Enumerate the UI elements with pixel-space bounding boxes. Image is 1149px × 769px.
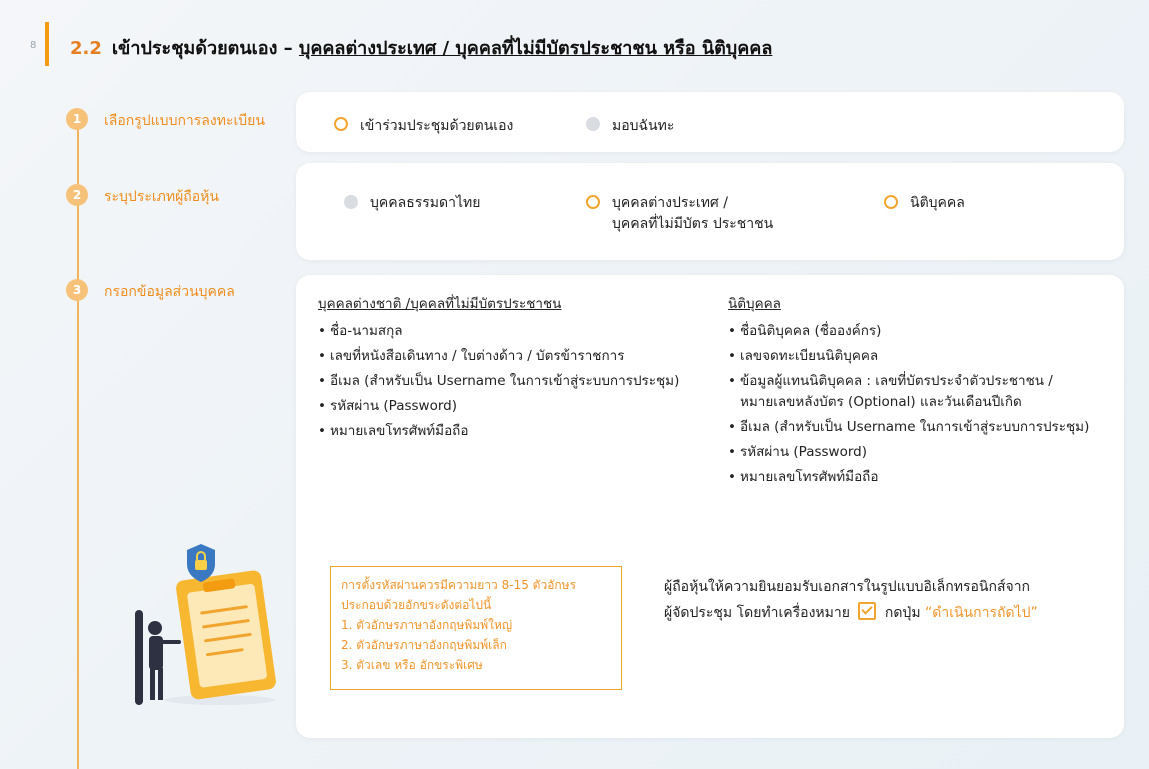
juristic-item: ข้อมูลผู้แทนนิติบุคคล : เลขที่บัตรประจำต… — [728, 372, 1089, 391]
title-number: 2.2 — [70, 38, 102, 59]
option-proxy[interactable]: มอบฉันทะ — [586, 115, 674, 137]
juristic-item: หมายเลขโทรศัพท์มือถือ — [728, 468, 1089, 487]
foreign-item: อีเมล (สำหรับเป็น Username ในการเข้าสู่ร… — [318, 372, 679, 391]
foreign-info-column: บุคคลต่างชาติ /บุคคลที่ไม่มีบัตรประชาชน … — [318, 292, 679, 447]
page-number: 8 — [30, 40, 37, 51]
foreign-item: หมายเลขโทรศัพท์มือถือ — [318, 422, 679, 441]
option-label-line1: บุคคลต่างประเทศ / — [612, 195, 728, 211]
radio-selected[interactable] — [334, 117, 348, 131]
step-1-circle: 1 — [66, 108, 88, 130]
juristic-item: อีเมล (สำหรับเป็น Username ในการเข้าสู่ร… — [728, 418, 1089, 437]
page-title: 2.2 เข้าประชุมด้วยตนเอง – บุคคลต่างประเทศ… — [70, 33, 772, 62]
juristic-item: เลขจดทะเบียนนิติบุคคล — [728, 347, 1089, 366]
option-label-line2: บุคคลที่ไม่มีบัตร ประชาชน — [612, 216, 774, 232]
password-rule: 2. ตัวอักษรภาษาอังกฤษพิมพ์เล็ก — [341, 638, 507, 652]
step-3-circle: 3 — [66, 279, 88, 301]
step-3-label: กรอกข้อมูลส่วนบุคคล — [104, 284, 235, 300]
shareholder-type-card: บุคคลธรรมดาไทย บุคคลต่างประเทศ / บุคคลที… — [296, 163, 1124, 260]
juristic-heading: นิติบุคคล — [728, 296, 781, 312]
option-thai-individual[interactable]: บุคคลธรรมดาไทย — [344, 193, 480, 214]
consent-line2: ผู้จัดประชุม โดยทำเครื่องหมาย กดปุ่ม “ดำ… — [664, 600, 1038, 626]
radio-selected[interactable] — [586, 195, 600, 209]
option-label: เข้าร่วมประชุมด้วยตนเอง — [360, 118, 514, 134]
radio-unselected[interactable] — [586, 117, 600, 131]
option-juristic-person[interactable]: นิติบุคคล — [884, 193, 965, 214]
juristic-item: ชื่อนิติบุคคล (ชื่อองค์กร) — [728, 322, 1089, 341]
step-timeline — [77, 120, 79, 769]
juristic-item-continued: หมายเลขหลังบัตร (Optional) และวันเดือนปี… — [740, 394, 1022, 410]
step-1-label: เลือกรูปแบบการลงทะเบียน — [104, 113, 265, 129]
password-rule-intro: ประกอบด้วยอักขระดังต่อไปนี้ — [341, 598, 492, 612]
foreign-item: ชื่อ-นามสกุล — [318, 322, 679, 341]
title-accent-bar — [45, 22, 49, 66]
option-label: นิติบุคคล — [910, 195, 965, 211]
password-security-illustration — [135, 544, 276, 705]
password-rule-intro: การตั้งรหัสผ่านควรมีความยาว 8-15 ตัวอักษ… — [341, 578, 577, 592]
option-foreign-individual[interactable]: บุคคลต่างประเทศ / บุคคลที่ไม่มีบัตร ประช… — [586, 193, 773, 235]
password-rules-box: การตั้งรหัสผ่านควรมีความยาว 8-15 ตัวอักษ… — [330, 566, 622, 690]
password-rule: 1. ตัวอักษรภาษาอังกฤษพิมพ์ใหญ่ — [341, 618, 513, 632]
title-text: เข้าประชุมด้วยตนเอง – — [111, 38, 299, 59]
foreign-heading: บุคคลต่างชาติ /บุคคลที่ไม่มีบัตรประชาชน — [318, 296, 562, 312]
password-rule: 3. ตัวเลข หรือ อักขระพิเศษ — [341, 658, 483, 672]
foreign-item: รหัสผ่าน (Password) — [318, 397, 679, 416]
step-2-circle: 2 — [66, 184, 88, 206]
consent-line1: ผู้ถือหุ้นให้ความยินยอมรับเอกสารในรูปแบบ… — [664, 579, 1031, 595]
option-label: บุคคลธรรมดาไทย — [370, 195, 481, 211]
next-step-highlight: “ดำเนินการถัดไป” — [925, 605, 1038, 621]
checkbox-icon — [858, 602, 877, 620]
radio-selected[interactable] — [884, 195, 898, 209]
option-attend-in-person[interactable]: เข้าร่วมประชุมด้วยตนเอง — [334, 115, 513, 137]
juristic-info-column: นิติบุคคล ชื่อนิติบุคคล (ชื่อองค์กร) เลข… — [728, 292, 1089, 493]
radio-unselected[interactable] — [344, 195, 358, 209]
juristic-item: รหัสผ่าน (Password) — [728, 443, 1089, 462]
foreign-item: เลขที่หนังสือเดินทาง / ใบต่างด้าว / บัตร… — [318, 347, 679, 366]
title-underlined: บุคคลต่างประเทศ / บุคคลที่ไม่มีบัตรประชา… — [298, 38, 773, 59]
consent-text: ผู้ถือหุ้นให้ความยินยอมรับเอกสารในรูปแบบ… — [664, 574, 1038, 626]
option-label: มอบฉันทะ — [612, 118, 675, 134]
step-2-label: ระบุประเภทผู้ถือหุ้น — [104, 189, 219, 205]
registration-type-card: เข้าร่วมประชุมด้วยตนเอง มอบฉันทะ — [296, 92, 1124, 152]
